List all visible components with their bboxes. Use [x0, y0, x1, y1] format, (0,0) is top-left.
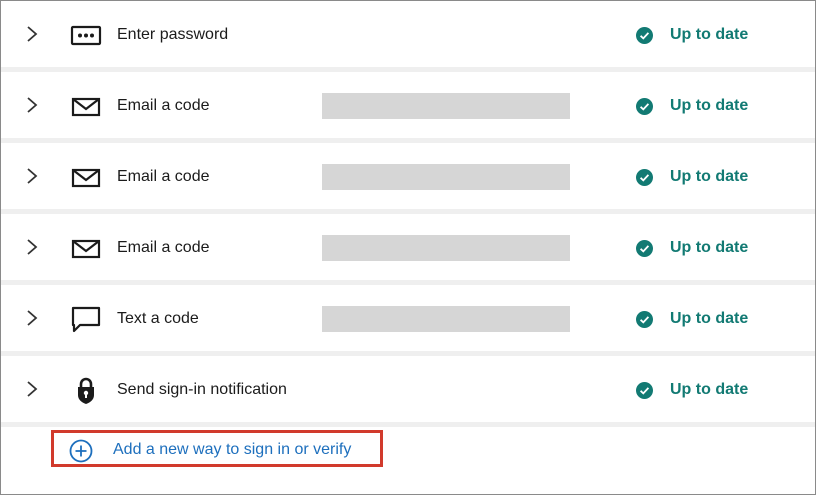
method-row-enter-password[interactable]: Enter password Up to date — [1, 1, 815, 72]
redacted-value — [322, 93, 570, 119]
sign-in-methods-panel: Enter password Up to date Email a code U… — [0, 0, 816, 495]
check-circle-icon — [636, 27, 653, 44]
check-circle-icon — [636, 240, 653, 257]
method-label: Text a code — [117, 310, 199, 327]
method-label: Email a code — [117, 168, 210, 185]
status-text: Up to date — [670, 239, 749, 256]
envelope-icon — [71, 168, 101, 188]
check-circle-icon — [636, 382, 653, 399]
chat-bubble-icon — [71, 306, 101, 333]
chevron-right-icon[interactable] — [25, 238, 39, 256]
method-row-email-code-2[interactable]: Email a code Up to date — [1, 143, 815, 214]
redacted-value — [322, 306, 570, 332]
chevron-right-icon[interactable] — [25, 309, 39, 327]
password-dots-icon — [70, 25, 102, 46]
chevron-right-icon[interactable] — [25, 167, 39, 185]
status-text: Up to date — [670, 310, 749, 327]
status-text: Up to date — [670, 97, 749, 114]
chevron-right-icon[interactable] — [25, 25, 39, 43]
chevron-right-icon[interactable] — [25, 96, 39, 114]
status-text: Up to date — [670, 26, 749, 43]
method-row-text-code[interactable]: Text a code Up to date — [1, 285, 815, 356]
envelope-icon — [71, 97, 101, 117]
method-label: Email a code — [117, 239, 210, 256]
envelope-icon — [71, 239, 101, 259]
method-label: Send sign-in notification — [117, 381, 287, 398]
method-label: Email a code — [117, 97, 210, 114]
status-text: Up to date — [670, 168, 749, 185]
status-text: Up to date — [670, 381, 749, 398]
add-sign-in-method-button[interactable]: Add a new way to sign in or verify — [51, 430, 383, 467]
check-circle-icon — [636, 169, 653, 186]
add-sign-in-method-link[interactable]: Add a new way to sign in or verify — [113, 440, 351, 460]
chevron-right-icon[interactable] — [25, 380, 39, 398]
method-row-email-code-3[interactable]: Email a code Up to date — [1, 214, 815, 285]
method-label: Enter password — [117, 26, 229, 43]
method-row-sign-in-notification[interactable]: Send sign-in notification Up to date — [1, 356, 815, 427]
lock-icon — [78, 377, 94, 404]
check-circle-icon — [636, 311, 653, 328]
method-row-email-code-1[interactable]: Email a code Up to date — [1, 72, 815, 143]
plus-circle-icon — [69, 439, 93, 463]
check-circle-icon — [636, 98, 653, 115]
redacted-value — [322, 164, 570, 190]
redacted-value — [322, 235, 570, 261]
